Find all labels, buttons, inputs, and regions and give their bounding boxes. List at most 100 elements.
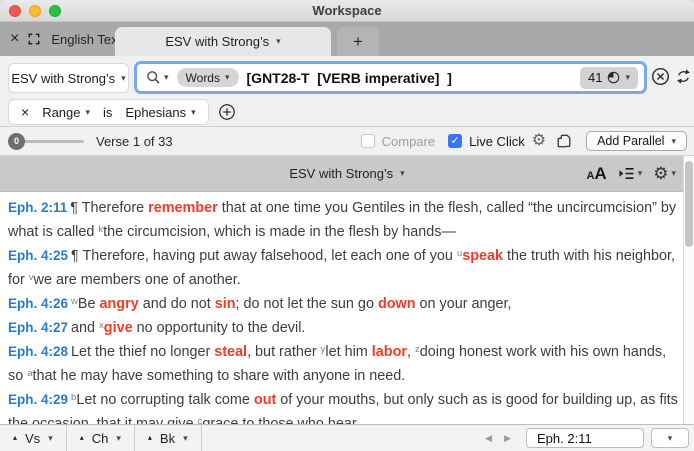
chevron-down-icon: ▾: [164, 73, 169, 82]
add-parallel-button[interactable]: Add Parallel ▾: [586, 131, 687, 151]
pane-settings-menu[interactable]: ⚙ ▾: [653, 165, 676, 182]
search-area: ESV with Strong’s ▾ ▾ Words ▾ [GNT28-T […: [0, 56, 694, 127]
verse-up-icon[interactable]: ▴: [13, 434, 17, 442]
verse-text: the circumcision, which is made in the f…: [103, 224, 456, 240]
add-criteria-button[interactable]: [218, 103, 236, 121]
search-hit[interactable]: down: [378, 296, 416, 312]
reference-dropdown-button[interactable]: ▾: [651, 428, 689, 448]
range-criteria-group: × Range ▾ is Ephesians ▾: [8, 99, 209, 125]
verse-list: Eph. 2:11¶ Therefore remember that at on…: [0, 192, 694, 451]
text-display-menu[interactable]: ▾: [618, 166, 643, 181]
range-value-select[interactable]: Ephesians ▾: [125, 105, 195, 120]
live-click-label[interactable]: Live Click: [469, 134, 525, 149]
book-down-icon[interactable]: ▾: [183, 434, 188, 443]
verse-slider-knob[interactable]: 0: [8, 133, 25, 150]
close-icon[interactable]: ×: [10, 31, 19, 47]
search-field[interactable]: ▾ Words ▾ [GNT28-T [VERB imperative] ] 4…: [134, 61, 647, 94]
chevron-down-icon: ▾: [191, 108, 196, 117]
hit-count-pill[interactable]: 41 ▾: [580, 67, 638, 89]
tab-esv-with-strongs[interactable]: ESV with Strong’s ▾: [115, 27, 331, 56]
search-hit[interactable]: labor: [372, 344, 407, 360]
minimize-window-button[interactable]: [29, 5, 41, 17]
chevron-down-icon: ▾: [625, 73, 630, 82]
title-bar: Workspace: [0, 0, 694, 22]
remove-range-icon[interactable]: ×: [21, 104, 29, 120]
control-row-right: Compare ✓ Live Click ⚙ Add Parallel ▾: [361, 131, 687, 151]
verse-down-icon[interactable]: ▾: [48, 434, 53, 443]
pie-chart-icon: [607, 71, 620, 84]
search-mode-menu[interactable]: ▾: [146, 70, 169, 85]
update-search-icon[interactable]: [675, 68, 692, 85]
search-hit[interactable]: sin: [215, 296, 236, 312]
verse-nav-label: Vs: [25, 431, 40, 446]
verse-ref[interactable]: Eph. 4:25: [8, 248, 68, 263]
verse-text: we are members one of another.: [34, 272, 241, 288]
new-tab-button[interactable]: +: [337, 27, 379, 56]
crossref-marker[interactable]: w: [71, 296, 78, 307]
reference-input[interactable]: [526, 428, 644, 448]
chevron-down-icon: ▾: [671, 137, 676, 146]
search-hit[interactable]: remember: [148, 200, 218, 216]
pane-title: ESV with Strong’s: [289, 166, 393, 181]
footer-bar: ▴ Vs ▾ ▴ Ch ▾ ▴ Bk ▾ ◀ ▶ ▾: [0, 424, 694, 451]
chapter-nav-label: Ch: [92, 431, 109, 446]
verse-text: Be: [78, 296, 100, 312]
tab-label: ESV with Strong’s: [165, 34, 269, 49]
scrollbar-thumb[interactable]: [685, 161, 693, 247]
verse: Eph. 4:27and xgive no opportunity to the…: [8, 315, 678, 339]
verse: Eph. 2:11¶ Therefore remember that at on…: [8, 197, 678, 243]
chapter-down-icon[interactable]: ▾: [116, 434, 121, 443]
add-parallel-label: Add Parallel: [597, 134, 664, 148]
pane-header: ESV with Strong’s ▾ AA ▾ ⚙ ▾: [0, 156, 694, 192]
font-size-button[interactable]: AA: [586, 164, 606, 184]
clear-search-button[interactable]: [651, 67, 670, 86]
verse-text: on your anger,: [416, 296, 512, 312]
chevron-down-icon: ▾: [671, 169, 676, 178]
verse: Eph. 4:26wBe angry and do not sin; do no…: [8, 291, 678, 315]
chevron-down-icon: ▾: [638, 169, 643, 178]
compare-label[interactable]: Compare: [382, 134, 435, 149]
verse-indicator: Verse 1 of 33: [96, 134, 173, 149]
compare-checkbox[interactable]: [361, 134, 375, 148]
verse-text: ; do not let the sun go: [236, 296, 378, 312]
live-click-checkbox[interactable]: ✓: [448, 134, 462, 148]
detach-icon[interactable]: [28, 33, 40, 45]
range-field-label: Range: [42, 105, 80, 120]
workspace-tab-bar: × English Texts ESV with Strong’s ▾ +: [0, 22, 694, 56]
workspace-controls: × English Texts: [0, 31, 128, 47]
book-up-icon[interactable]: ▴: [148, 434, 152, 442]
search-hit[interactable]: speak: [462, 248, 503, 264]
search-query-input[interactable]: [GNT28-T [VERB imperative] ]: [247, 70, 572, 86]
duplicate-pane-icon[interactable]: [556, 133, 572, 149]
close-window-button[interactable]: [9, 5, 21, 17]
live-click-gear-icon[interactable]: ⚙: [532, 133, 546, 149]
scope-pill[interactable]: Words ▾: [177, 68, 239, 87]
verse-ref[interactable]: Eph. 4:27: [8, 320, 68, 335]
module-select[interactable]: ESV with Strong’s ▾: [8, 63, 129, 93]
search-hit[interactable]: steal: [214, 344, 247, 360]
chevron-down-icon: ▾: [276, 37, 281, 46]
range-field-select[interactable]: Range ▾: [42, 105, 90, 120]
verse-text: Let the thief no longer: [71, 344, 214, 360]
verse-ref[interactable]: Eph. 4:29: [8, 392, 68, 407]
verse-ref[interactable]: Eph. 4:28: [8, 344, 68, 359]
search-hit[interactable]: out: [254, 392, 276, 408]
pane-title-select[interactable]: ESV with Strong’s ▾: [289, 166, 404, 181]
verse-text: and: [71, 320, 99, 336]
chevron-down-icon: ▾: [121, 74, 126, 83]
search-hit[interactable]: angry: [100, 296, 139, 312]
chapter-up-icon[interactable]: ▴: [80, 434, 84, 442]
back-arrow-icon[interactable]: ◀: [485, 434, 492, 443]
verse-text: , but rather: [247, 344, 321, 360]
verse-ref[interactable]: Eph. 4:26: [8, 296, 68, 311]
verse-slider-track[interactable]: [22, 140, 84, 143]
verse-nav-group: ▴ Vs ▾: [0, 425, 67, 451]
search-hit[interactable]: give: [104, 320, 133, 336]
scrollbar-track[interactable]: [683, 156, 694, 424]
verse-text: and do not: [139, 296, 215, 312]
range-value-label: Ephesians: [125, 105, 186, 120]
chapter-nav-group: ▴ Ch ▾: [67, 425, 135, 451]
verse-ref[interactable]: Eph. 2:11: [8, 200, 67, 215]
zoom-window-button[interactable]: [49, 5, 61, 17]
forward-arrow-icon[interactable]: ▶: [504, 434, 511, 443]
